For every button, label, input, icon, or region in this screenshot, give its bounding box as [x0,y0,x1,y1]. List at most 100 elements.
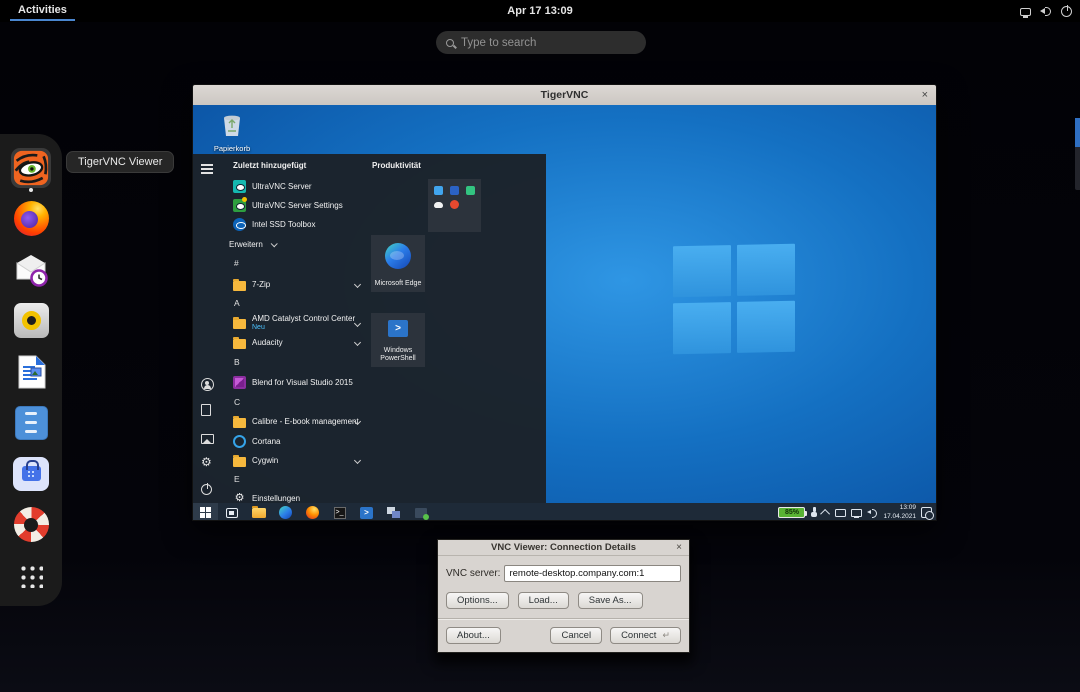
item-label: Cygwin [252,456,278,465]
keyboard-tray-icon[interactable] [835,509,846,517]
dash-dock [0,134,62,606]
office-icon [450,200,459,209]
options-button[interactable]: Options... [446,592,509,609]
dock-item-music[interactable] [9,295,53,346]
cancel-button[interactable]: Cancel [550,627,602,644]
taskbar-clock[interactable]: 13:09 17.04.2021 [883,504,916,521]
start-menu-item-7zip[interactable]: 7-Zip [223,276,370,293]
task-view-button[interactable] [218,503,245,521]
start-menu-item-audacity[interactable]: Audacity [223,334,370,351]
vnc-server-icon [415,508,427,518]
search-input[interactable]: Type to search [436,31,646,54]
start-menu-item-cortana[interactable]: Cortana [223,433,370,450]
firefox-taskbar-button[interactable] [299,503,326,521]
dock-item-mail[interactable] [9,244,53,295]
tile-windows-powershell[interactable]: > Windows PowerShell [371,313,425,367]
tigervnc-window[interactable]: TigerVNC × Papierkorb ⚙ [192,84,937,521]
vnc-viewer-taskbar-button[interactable] [380,503,407,521]
powershell-taskbar-button[interactable]: > [353,503,380,521]
about-button[interactable]: About... [446,627,501,644]
windows-logo [673,244,795,355]
dock-item-software[interactable] [9,448,53,499]
battery-percent: 85% [785,509,799,516]
start-menu-item-blend[interactable]: Blend for Visual Studio 2015 [223,374,370,391]
powershell-icon: > [388,320,408,337]
dock-item-tigervnc[interactable] [9,142,53,193]
start-menu-item-intel-ssd[interactable]: Intel SSD Toolbox [223,216,370,233]
chevron-down-icon[interactable] [354,339,361,346]
load-button[interactable]: Load... [518,592,569,609]
start-menu-item-amd[interactable]: AMD Catalyst Control Center Neu [223,311,370,335]
show-applications-button[interactable] [9,550,53,601]
connect-button[interactable]: Connect↵ [610,627,681,644]
blend-visual-studio-icon [233,376,246,389]
chevron-down-icon[interactable] [354,457,361,464]
vnc-server-taskbar-button[interactable] [407,503,434,521]
edge-taskbar-button[interactable] [272,503,299,521]
dialog-titlebar[interactable]: VNC Viewer: Connection Details × [438,540,689,556]
edge-icon [279,506,292,519]
pictures-icon[interactable] [201,434,214,444]
adjacent-workspace-preview[interactable] [1075,118,1080,190]
chevron-down-icon[interactable] [354,281,361,288]
letter-header-hash[interactable]: # [234,258,239,268]
start-menu-item-calibre[interactable]: Calibre - E-book management [223,413,370,430]
network-icon[interactable] [1020,8,1031,16]
windows-desktop[interactable]: Papierkorb ⚙ Zuletzt hinzugefügt Ultra [193,105,937,521]
power-icon[interactable] [1061,6,1072,17]
command-prompt-button[interactable]: >_ [326,503,353,521]
item-label: Blend for Visual Studio 2015 [252,378,353,387]
letter-header-e[interactable]: E [234,474,240,484]
word-icon [434,186,443,195]
start-menu-item-settings[interactable]: ⚙ Einstellungen [223,490,370,503]
letter-header-c[interactable]: C [234,397,240,407]
system-status-area[interactable] [1020,0,1072,22]
window-close-button[interactable]: × [922,85,928,105]
volume-icon[interactable] [1040,5,1052,17]
app-grid-icon [11,556,51,596]
volume-tray-icon[interactable] [867,508,878,518]
start-menu-item-cygwin[interactable]: Cygwin [223,452,370,469]
start-menu-item-ultravnc-settings[interactable]: UltraVNC Server Settings [223,197,370,214]
gnome-activities-overview: Activities Apr 17 13:09 Type to search [0,0,1080,692]
save-as-button[interactable]: Save As... [578,592,643,609]
recycle-bin[interactable]: Papierkorb [209,111,255,153]
vnc-connection-dialog: VNC Viewer: Connection Details × VNC ser… [437,539,690,653]
letter-header-a[interactable]: A [234,298,240,308]
recycle-bin-icon [220,111,244,137]
hidden-icons-chevron[interactable] [821,509,831,519]
help-lifebuoy-icon [11,505,51,545]
item-label: UltraVNC Server Settings [252,201,343,210]
expand-button[interactable]: Erweitern [223,236,370,253]
power-button-icon[interactable] [201,484,212,495]
vnc-server-input[interactable] [504,565,681,582]
hamburger-menu-icon[interactable] [201,162,214,175]
firefox-icon [11,199,51,239]
window-titlebar[interactable]: TigerVNC × [193,85,936,105]
chevron-down-icon[interactable] [354,319,361,326]
user-account-icon[interactable] [201,378,214,391]
dialog-close-button[interactable]: × [676,542,682,553]
letter-header-b[interactable]: B [234,357,240,367]
battery-indicator[interactable]: 85% [778,507,805,518]
file-explorer-button[interactable] [245,503,272,521]
tile-office-folder[interactable] [428,179,481,232]
dock-item-firefox[interactable] [9,193,53,244]
tiles-section-header: Produktivität [372,161,421,170]
power-plug-icon[interactable] [810,507,818,518]
action-center-icon[interactable] [921,507,932,518]
settings-gear-icon[interactable]: ⚙ [201,456,214,469]
start-menu-item-ultravnc-server[interactable]: UltraVNC Server [223,178,370,195]
item-label: Einstellungen [252,494,300,503]
dock-item-writer[interactable] [9,346,53,397]
network-tray-icon[interactable] [851,509,862,517]
excel-icon [466,186,475,195]
enter-key-icon: ↵ [662,630,670,640]
documents-icon[interactable] [201,404,211,416]
dock-item-help[interactable] [9,499,53,550]
dock-item-files[interactable] [9,397,53,448]
tile-microsoft-edge[interactable]: Microsoft Edge [371,235,425,292]
dialog-separator [438,618,689,620]
start-button[interactable] [193,503,218,521]
clock-label[interactable]: Apr 17 13:09 [0,5,1080,17]
